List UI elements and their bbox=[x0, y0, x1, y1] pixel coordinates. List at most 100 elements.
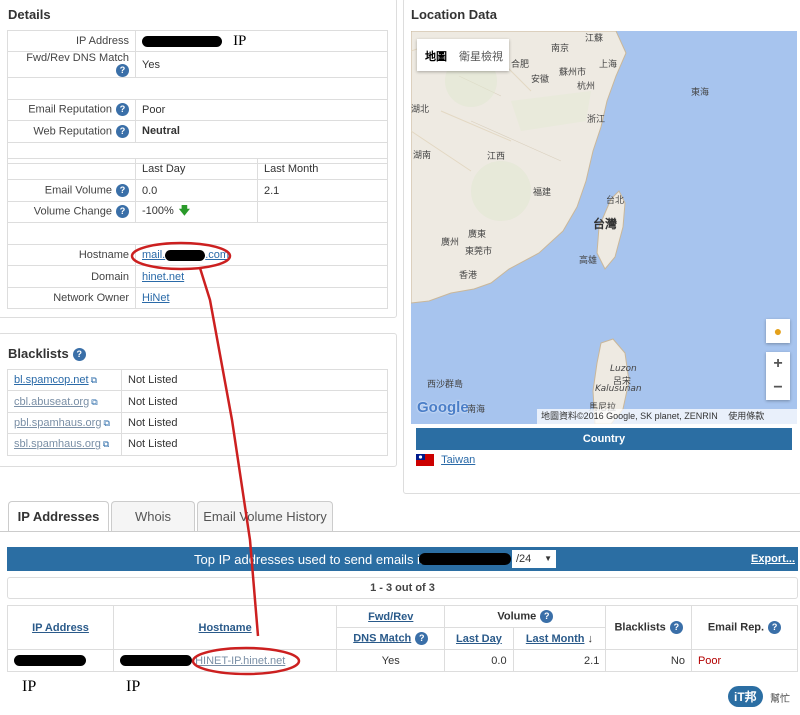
help-icon[interactable]: ? bbox=[72, 348, 86, 362]
zoom-out-icon[interactable]: − bbox=[766, 376, 790, 400]
web-rep-label: Web Reputation bbox=[33, 125, 112, 138]
col-last-month: Last Month bbox=[257, 157, 388, 181]
blacklist-link[interactable]: sbl.spamhaus.org bbox=[14, 438, 101, 450]
map[interactable]: 地圖 衛星檢視 江蘇 南京 合肥 蘇州市 上海 安徽 杭州 東海 湖北 浙江 湖… bbox=[411, 31, 797, 424]
domain-label: Domain bbox=[7, 265, 136, 288]
blacklist-status: Not Listed bbox=[121, 368, 388, 392]
ip-label: IP Address bbox=[7, 29, 136, 53]
dns-cell: Yes bbox=[336, 649, 446, 672]
tab-underline bbox=[0, 531, 800, 532]
watermark-logo: iT邦 bbox=[728, 686, 763, 707]
blacklist-link[interactable]: pbl.spamhaus.org bbox=[14, 417, 101, 429]
zoom-in-icon[interactable]: + bbox=[766, 352, 790, 376]
export-link[interactable]: Export... bbox=[751, 553, 795, 565]
terms-link[interactable]: 使用條款 bbox=[728, 411, 764, 421]
paging-bar: 1 - 3 out of 3 bbox=[7, 577, 798, 599]
hostname-link[interactable]: HINET-IP.hinet.net bbox=[195, 655, 285, 667]
redacted-hostname bbox=[165, 249, 206, 261]
domain-row: Domain hinet.net bbox=[7, 265, 388, 288]
country-link[interactable]: Taiwan bbox=[441, 454, 475, 466]
map-label: 台灣 bbox=[593, 217, 618, 231]
help-icon[interactable]: ? bbox=[116, 205, 129, 219]
ithome-watermark: iT邦 幫忙 bbox=[728, 684, 792, 710]
map-button[interactable]: 地圖 bbox=[425, 48, 447, 64]
volume-day: 0.0 bbox=[135, 179, 258, 202]
details-table: IP Address IP Fwd/Rev DNS Match? Yes Ema… bbox=[7, 29, 388, 164]
help-icon[interactable]: ? bbox=[415, 632, 429, 645]
volume-month: 2.1 bbox=[257, 179, 388, 202]
last-month-header[interactable]: Last Month bbox=[526, 633, 585, 645]
tab-ip-addresses[interactable]: IP Addresses bbox=[8, 501, 109, 532]
email-rep-header: Email Rep. bbox=[707, 621, 765, 634]
external-link-icon[interactable]: ⧉ bbox=[103, 439, 109, 449]
ip-column-header[interactable]: IP Address bbox=[32, 622, 89, 634]
help-icon[interactable]: ? bbox=[116, 64, 129, 78]
dns-row: Fwd/Rev DNS Match? Yes bbox=[7, 51, 388, 79]
spacer-row bbox=[7, 222, 388, 245]
owner-row: Network Owner HiNet bbox=[7, 286, 388, 310]
hostname-column-header[interactable]: Hostname bbox=[199, 622, 252, 634]
dns-value: Yes bbox=[135, 51, 388, 79]
dns-label: Fwd/Rev DNS Match bbox=[26, 52, 129, 65]
help-icon[interactable]: ? bbox=[116, 124, 129, 138]
blacklist-row: bl.spamcop.net ⧉ Not Listed bbox=[7, 368, 388, 392]
country-row: Taiwan bbox=[416, 454, 475, 467]
map-type-control: 地圖 衛星檢視 bbox=[417, 39, 509, 71]
col-last-day: Last Day bbox=[135, 157, 258, 181]
sort-arrow-icon: ↓ bbox=[587, 632, 594, 645]
cidr-select[interactable]: /24 ▼ bbox=[512, 550, 556, 568]
help-icon[interactable]: ? bbox=[116, 184, 129, 198]
domain-link[interactable]: hinet.net bbox=[142, 271, 184, 283]
help-icon[interactable]: ? bbox=[669, 621, 683, 634]
external-link-icon[interactable]: ⧉ bbox=[103, 418, 109, 428]
volume-row: Email Volume? 0.0 2.1 bbox=[7, 179, 388, 202]
location-title: Location Data bbox=[411, 7, 497, 22]
map-label: 蘇州市 bbox=[559, 68, 587, 78]
redacted-network bbox=[419, 553, 511, 565]
tab-whois[interactable]: Whois bbox=[111, 501, 195, 532]
table-row[interactable]: HINET-IP.hinet.net Yes 0.0 2.1 No Poor bbox=[7, 649, 799, 672]
owner-link[interactable]: HiNet bbox=[142, 292, 170, 304]
volume-label: Email Volume bbox=[44, 184, 112, 197]
owner-label: Network Owner bbox=[7, 286, 136, 310]
satellite-button[interactable]: 衛星檢視 bbox=[459, 48, 503, 64]
map-label: 安徽 bbox=[531, 75, 550, 85]
ip-annotation-right: IP bbox=[126, 678, 141, 695]
fwd-rev-header[interactable]: Fwd/Rev bbox=[368, 611, 413, 623]
email-rep-value: Poor bbox=[135, 98, 388, 122]
blacklist-status: Not Listed bbox=[121, 433, 388, 456]
email-rep-label: Email Reputation bbox=[28, 103, 112, 116]
map-label: 台北 bbox=[606, 196, 625, 206]
last-day-header[interactable]: Last Day bbox=[456, 633, 502, 645]
ip-annotation-left: IP bbox=[22, 678, 37, 695]
map-label: 湖南 bbox=[413, 151, 432, 161]
last-month-cell: 2.1 bbox=[512, 649, 607, 672]
blacklist-row: cbl.abuseat.org ⧉ Not Listed bbox=[7, 390, 388, 413]
spacer-row bbox=[7, 77, 388, 100]
chevron-down-icon: ▼ bbox=[544, 554, 552, 563]
blacklist-link[interactable]: bl.spamcop.net bbox=[14, 374, 89, 386]
map-label: 東海 bbox=[691, 88, 710, 98]
map-label: Kalusunan bbox=[595, 384, 642, 394]
help-icon[interactable]: ? bbox=[768, 621, 782, 634]
dns-match-header[interactable]: DNS Match bbox=[353, 632, 411, 644]
hostname-link[interactable]: mail. .com bbox=[142, 249, 229, 261]
external-link-icon[interactable]: ⧉ bbox=[91, 397, 97, 407]
help-icon[interactable]: ? bbox=[116, 103, 129, 117]
redacted-ip bbox=[120, 655, 192, 667]
email-rep-row: Email Reputation? Poor bbox=[7, 98, 388, 122]
cidr-value: /24 bbox=[516, 553, 532, 565]
pegman-icon[interactable]: ● bbox=[766, 319, 790, 343]
change-label: Volume Change bbox=[33, 205, 112, 218]
volume-table: Last Day Last Month Email Volume? 0.0 2.… bbox=[7, 157, 388, 245]
blacklist-link[interactable]: cbl.abuseat.org bbox=[14, 396, 89, 408]
web-rep-row: Web Reputation? Neutral bbox=[7, 120, 388, 143]
tab-email-volume-history[interactable]: Email Volume History bbox=[197, 501, 333, 532]
redacted-ip bbox=[14, 655, 86, 667]
details-title: Details bbox=[8, 7, 51, 22]
external-link-icon[interactable]: ⧉ bbox=[91, 375, 97, 385]
help-icon[interactable]: ? bbox=[540, 610, 554, 623]
map-label: 廣東 bbox=[468, 230, 487, 240]
map-label: 香港 bbox=[459, 271, 478, 281]
volume-header: Volume bbox=[497, 610, 537, 623]
